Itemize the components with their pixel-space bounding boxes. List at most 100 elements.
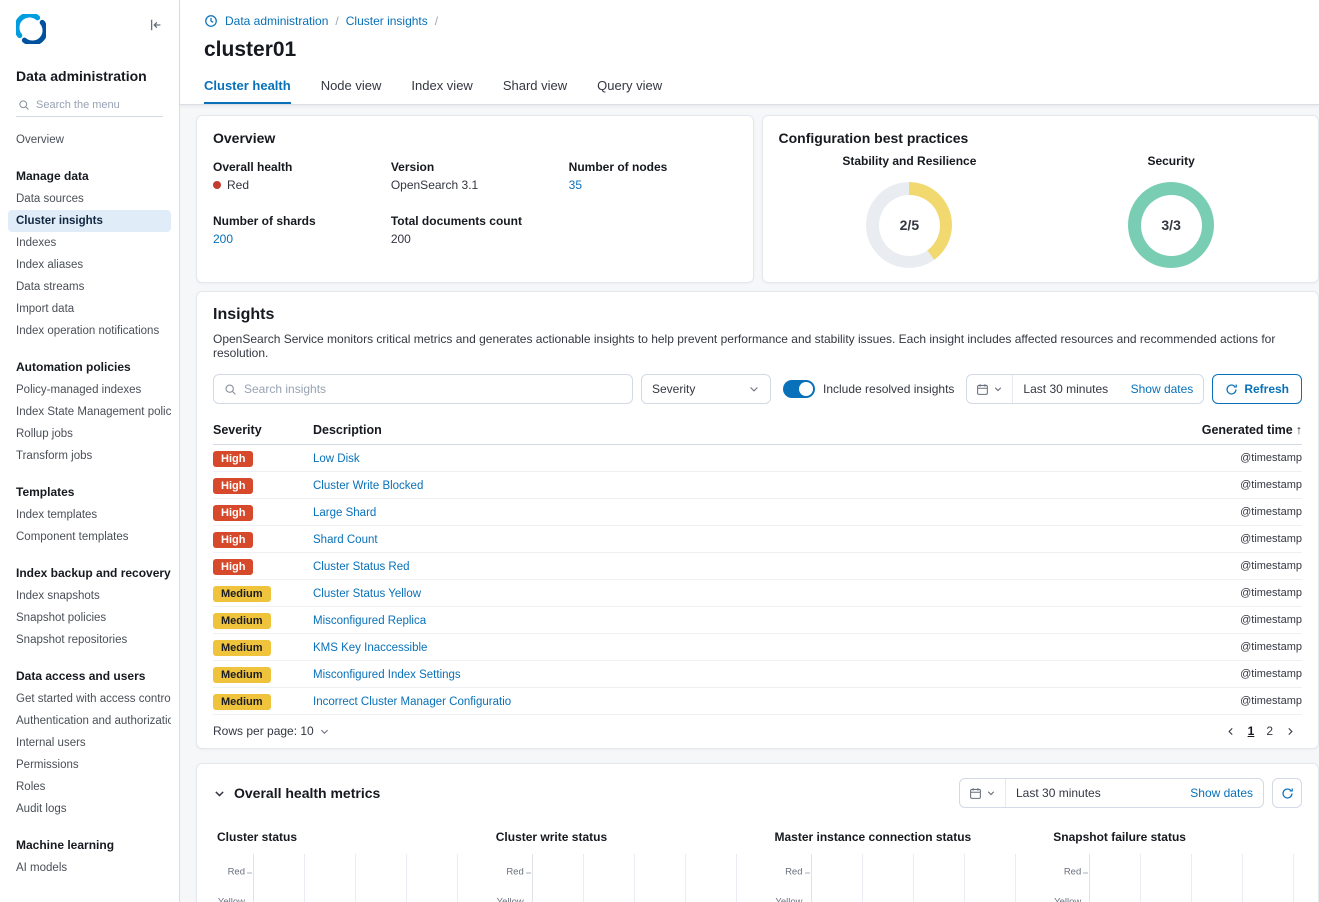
time-range-label[interactable]: Last 30 minutes xyxy=(1006,786,1180,800)
breadcrumb-link[interactable]: Cluster insights xyxy=(346,14,438,28)
sidebar-item[interactable]: Get started with access control xyxy=(8,688,171,710)
sidebar-item[interactable]: Roles xyxy=(8,776,171,798)
sidebar-item[interactable]: Data streams xyxy=(8,276,171,298)
chevron-down-icon xyxy=(993,384,1003,394)
chart-plot-area xyxy=(1089,854,1302,902)
page-number-button[interactable]: 2 xyxy=(1266,724,1273,738)
insight-description-link[interactable]: Misconfigured Index Settings xyxy=(313,669,461,681)
breadcrumb-link[interactable]: Data administration xyxy=(225,14,339,28)
stability-donut-chart: 2/5 xyxy=(866,182,952,268)
insight-description-link[interactable]: Cluster Status Yellow xyxy=(313,588,421,600)
show-dates-link[interactable]: Show dates xyxy=(1121,382,1204,396)
insights-search-input[interactable] xyxy=(244,382,622,396)
next-page-button[interactable] xyxy=(1285,726,1296,737)
tab[interactable]: Shard view xyxy=(503,78,567,104)
insight-description-link[interactable]: Large Shard xyxy=(313,507,376,519)
content: Overview Overall health Red Version Open… xyxy=(180,105,1319,902)
y-axis-labels: Red Yellow Green xyxy=(492,854,532,902)
sidebar-item[interactable]: Overview xyxy=(8,129,171,151)
metrics-section-title: Overall health metrics xyxy=(234,785,380,801)
calendar-dropdown-button[interactable] xyxy=(960,779,1006,807)
insight-generated-time: @timestamp xyxy=(1152,452,1302,464)
sidebar-item[interactable]: Index State Management policies xyxy=(8,401,171,423)
column-header-severity[interactable]: Severity xyxy=(213,423,313,437)
insight-description-link[interactable]: Shard Count xyxy=(313,534,378,546)
sidebar-item[interactable]: Snapshot repositories xyxy=(8,629,171,651)
overview-field-value[interactable]: OpenSearch 3.1 xyxy=(391,178,559,192)
severity-badge: Medium xyxy=(213,667,271,683)
table-header: Severity Description Generated time↑ xyxy=(213,416,1302,445)
severity-badge: Medium xyxy=(213,586,271,602)
gauge-value: 2/5 xyxy=(900,217,919,233)
table-row: Medium Misconfigured Index Settings @tim… xyxy=(213,661,1302,688)
insights-panel: Insights OpenSearch Service monitors cri… xyxy=(196,291,1319,749)
table-row: Medium Misconfigured Replica @timestamp xyxy=(213,607,1302,634)
sidebar-item[interactable]: Authentication and authorization xyxy=(8,710,171,732)
insight-description-link[interactable]: KMS Key Inaccessible xyxy=(313,642,427,654)
sidebar-item[interactable]: Snapshot policies xyxy=(8,607,171,629)
table-row: High Large Shard @timestamp xyxy=(213,499,1302,526)
insight-description-link[interactable]: Cluster Write Blocked xyxy=(313,480,423,492)
calendar-dropdown-button[interactable] xyxy=(967,375,1013,403)
insight-description-link[interactable]: Low Disk xyxy=(313,453,360,465)
sidebar-item[interactable]: Transform jobs xyxy=(8,445,171,467)
overview-panel: Overview Overall health Red Version Open… xyxy=(196,115,754,283)
overview-title: Overview xyxy=(213,130,737,146)
sidebar-item[interactable]: Index snapshots xyxy=(8,585,171,607)
page-number-button[interactable]: 1 xyxy=(1248,724,1255,738)
sidebar-item[interactable]: Import data xyxy=(8,298,171,320)
show-dates-link[interactable]: Show dates xyxy=(1180,786,1263,800)
recently-viewed-clock-icon[interactable] xyxy=(204,14,218,28)
sidebar-item[interactable]: Indexes xyxy=(8,232,171,254)
sidebar-item[interactable]: Permissions xyxy=(8,754,171,776)
sidebar-section-header: Automation policies xyxy=(8,355,171,379)
collapse-section-icon[interactable] xyxy=(213,787,226,800)
insight-description-link[interactable]: Incorrect Cluster Manager Configuratio xyxy=(313,696,511,708)
breadcrumb: Data administration Cluster insights xyxy=(204,14,1319,28)
sidebar-search-input[interactable] xyxy=(36,99,161,111)
refresh-icon-button[interactable] xyxy=(1272,778,1302,808)
include-resolved-toggle[interactable] xyxy=(783,380,815,398)
overview-field-value[interactable]: 200 xyxy=(213,232,381,246)
prev-page-button[interactable] xyxy=(1225,726,1236,737)
sidebar-item[interactable]: Index aliases xyxy=(8,254,171,276)
rows-per-page-button[interactable]: Rows per page: 10 xyxy=(213,724,330,738)
table-row: Medium Incorrect Cluster Manager Configu… xyxy=(213,688,1302,715)
severity-filter-select[interactable]: Severity xyxy=(641,374,771,404)
sidebar-item[interactable]: Index templates xyxy=(8,504,171,526)
sidebar-item[interactable]: Component templates xyxy=(8,526,171,548)
overview-field-value[interactable]: 200 xyxy=(391,232,559,246)
sort-ascending-icon: ↑ xyxy=(1296,423,1302,437)
sidebar-item[interactable]: AI models xyxy=(8,857,171,879)
sidebar-item[interactable]: Rollup jobs xyxy=(8,423,171,445)
tab[interactable]: Node view xyxy=(321,78,382,104)
overview-field-value[interactable]: Red xyxy=(213,178,381,192)
overview-field: Total documents count 200 xyxy=(391,214,559,246)
sidebar-item[interactable]: Audit logs xyxy=(8,798,171,820)
overview-field-value[interactable]: 35 xyxy=(569,178,737,192)
insights-search[interactable] xyxy=(213,374,633,404)
sidebar-item[interactable]: Data sources xyxy=(8,188,171,210)
insight-description-link[interactable]: Misconfigured Replica xyxy=(313,615,426,627)
sidebar-item[interactable]: Internal users xyxy=(8,732,171,754)
y-axis-labels: Red Yellow Green xyxy=(771,854,811,902)
tab[interactable]: Index view xyxy=(411,78,472,104)
y-axis-labels: Red Yellow Green xyxy=(213,854,253,902)
sidebar-item[interactable]: Cluster insights xyxy=(8,210,171,232)
tab[interactable]: Query view xyxy=(597,78,662,104)
insight-generated-time: @timestamp xyxy=(1152,479,1302,491)
table-row: High Cluster Write Blocked @timestamp xyxy=(213,472,1302,499)
time-range-label[interactable]: Last 30 minutes xyxy=(1013,382,1120,396)
collapse-sidebar-icon[interactable] xyxy=(149,18,163,32)
column-header-description[interactable]: Description xyxy=(313,423,1152,437)
column-header-generated-time[interactable]: Generated time↑ xyxy=(1152,423,1302,437)
insight-generated-time: @timestamp xyxy=(1152,695,1302,707)
refresh-button[interactable]: Refresh xyxy=(1212,374,1302,404)
sidebar-search[interactable] xyxy=(16,94,163,117)
opensearch-logo-icon[interactable] xyxy=(16,14,46,44)
tab[interactable]: Cluster health xyxy=(204,78,291,104)
sidebar-item[interactable]: Policy-managed indexes xyxy=(8,379,171,401)
insight-description-link[interactable]: Cluster Status Red xyxy=(313,561,410,573)
health-metrics-panel: Overall health metrics Last 30 minutes xyxy=(196,763,1319,902)
sidebar-item[interactable]: Index operation notifications xyxy=(8,320,171,342)
